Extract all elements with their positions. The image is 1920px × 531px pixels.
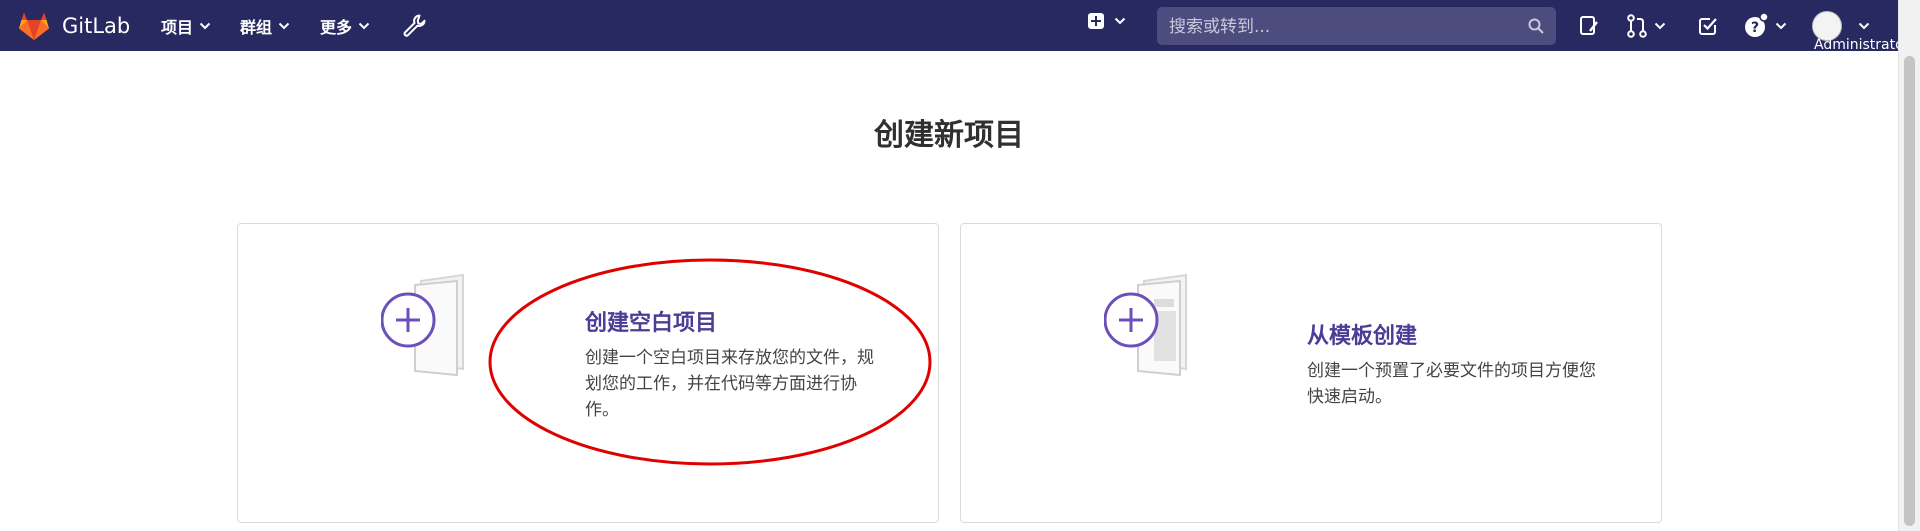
search-input[interactable] (1167, 7, 1521, 47)
brand-link[interactable]: GitLab (18, 10, 130, 42)
chevron-down-icon (1114, 17, 1126, 25)
chevron-down-icon (1775, 22, 1787, 30)
card-description: 创建一个空白项目来存放您的文件，规划您的工作，并在代码等方面进行协作。 (585, 348, 874, 420)
page-title: 创建新项目 (874, 118, 1024, 153)
blank-project-illustration (381, 273, 464, 377)
chevron-down-icon (1654, 22, 1666, 30)
search-icon (1528, 18, 1544, 34)
plus-square-icon (1088, 13, 1104, 29)
chevron-down-icon (278, 22, 290, 30)
chevron-down-icon[interactable] (1858, 22, 1870, 30)
card-description: 创建一个预置了必要文件的项目方便您快速启动。 (1307, 361, 1596, 407)
menu-more[interactable]: 更多 (320, 14, 370, 38)
menu-more-label: 更多 (320, 18, 353, 37)
issues-icon[interactable] (1576, 13, 1602, 39)
create-blank-project-card[interactable]: 创建空白项目 创建一个空白项目来存放您的文件，规划您的工作，并在代码等方面进行协… (237, 223, 939, 523)
merge-request-icon (1627, 14, 1647, 38)
brand-name: GitLab (62, 14, 131, 38)
top-navbar: GitLab 项目 群组 更多 搜索或转到... ? Administrator (0, 0, 1920, 53)
menu-groups[interactable]: 群组 (240, 14, 290, 38)
template-project-illustration (1104, 273, 1187, 377)
svg-text:?: ? (1751, 20, 1759, 36)
wrench-icon[interactable] (401, 12, 427, 38)
vertical-scrollbar[interactable] (1898, 0, 1920, 531)
menu-groups-label: 群组 (240, 18, 273, 37)
menu-projects[interactable]: 项目 (161, 14, 211, 38)
todo-icon[interactable] (1695, 13, 1721, 39)
card-title: 创建空白项目 (585, 311, 718, 336)
merge-requests-button[interactable] (1626, 13, 1672, 39)
help-icon: ? (1745, 13, 1769, 37)
user-name: Administrator (1814, 37, 1910, 53)
help-button[interactable]: ? (1743, 13, 1789, 39)
card-title: 从模板创建 (1307, 324, 1418, 349)
create-from-template-card[interactable]: 从模板创建 创建一个预置了必要文件的项目方便您快速启动。 (960, 223, 1662, 523)
menu-projects-label: 项目 (161, 18, 194, 37)
chevron-down-icon (199, 22, 211, 30)
chevron-down-icon (358, 22, 370, 30)
search-box (1157, 7, 1556, 47)
scrollbar-thumb[interactable] (1904, 56, 1915, 526)
gitlab-logo-icon (19, 12, 49, 40)
new-dropdown-button[interactable] (1088, 13, 1126, 29)
